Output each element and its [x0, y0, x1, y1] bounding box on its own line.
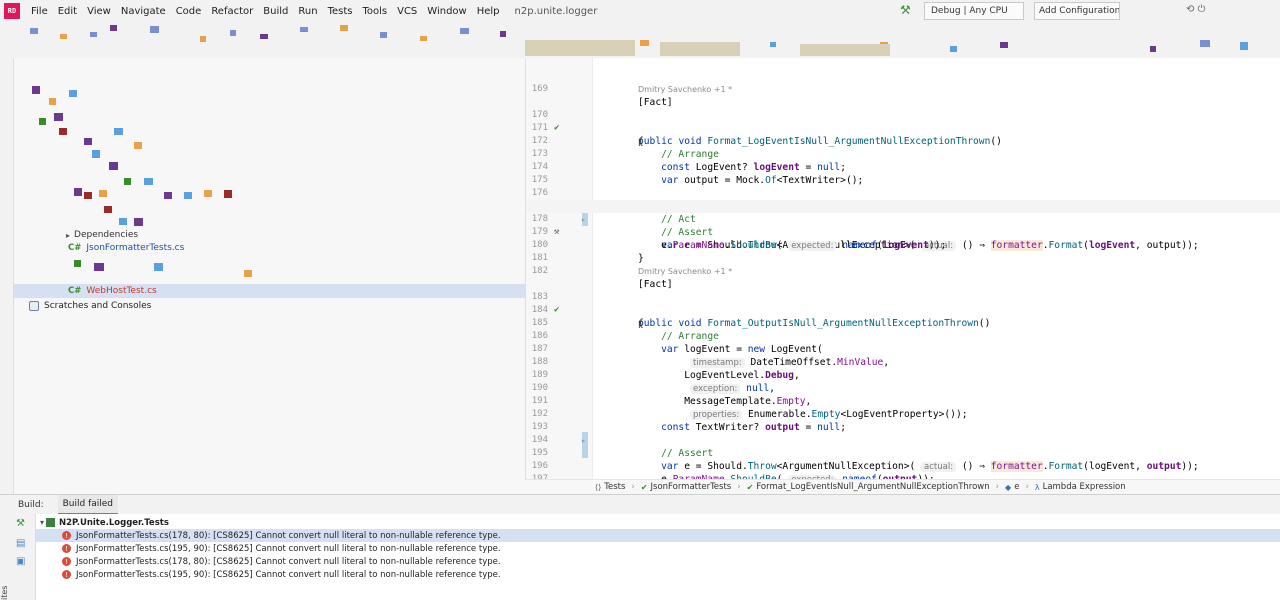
error-icon: ! [62, 570, 71, 579]
side-tab-label[interactable]: ites [0, 582, 9, 600]
menu-refactor[interactable]: Refactor [206, 6, 258, 17]
code-line: 169 [Fact] [531, 84, 673, 108]
code-line: 175 [531, 175, 548, 185]
code-line: 183 ✔ public void Format_OutputIsNull_Ar… [531, 292, 991, 329]
menu-navigate[interactable]: Navigate [116, 6, 171, 17]
build-error-row[interactable]: ! JsonFormatterTests.cs(178, 80): [CS862… [36, 555, 1280, 568]
window-title: n2p.unite.logger [514, 5, 598, 17]
code-line: 182 [Fact] [531, 266, 673, 290]
toolbar-band [0, 22, 1280, 58]
code-line: 172 // Arrange [531, 136, 719, 160]
code-line: 181 [531, 253, 548, 263]
code-line: 171 { [531, 123, 644, 147]
breadcrumb-separator: › [631, 482, 635, 492]
breadcrumb-class[interactable]: JsonFormatterTests [651, 482, 732, 492]
chevron-right-icon[interactable]: ▸ [66, 231, 70, 240]
build-output-list: ▾ N2P.Unite.Logger.Tests ! JsonFormatter… [36, 514, 1280, 600]
project-icon [46, 518, 56, 527]
code-line: 180 } [531, 240, 644, 264]
code-line: 187 timestamp: DateTimeOffset.MinValue, [531, 344, 890, 368]
class-icon: ✔ [640, 482, 648, 492]
build-error-row[interactable]: ! JsonFormatterTests.cs(195, 90): [CS862… [36, 542, 1280, 555]
menu-vcs[interactable]: VCS [392, 6, 422, 17]
editor-breadcrumb: ⟨⟩ Tests › ✔ JsonFormatterTests › ✔ Form… [525, 479, 1280, 494]
run-config-select[interactable]: Debug | Any CPU [924, 2, 1024, 20]
method-icon: ✔ [746, 482, 754, 492]
collapse-all-icon[interactable]: ▣ [16, 556, 25, 567]
menu-tests[interactable]: Tests [323, 6, 358, 17]
rider-app-icon: RD [4, 3, 20, 19]
code-line: 185 // Arrange [531, 318, 719, 342]
code-line: 174 var output = Mock.Of<TextWriter>(); [531, 162, 864, 186]
build-panel-header: Build: Build failed [0, 494, 1280, 515]
obscured-toolbar-graphic [30, 25, 1248, 56]
code-line: 184 { [531, 305, 644, 329]
variable-icon: ◆ [1005, 482, 1012, 492]
toolbar-misc-icons[interactable]: ⟲ ⏻ [1186, 4, 1205, 15]
code-line: 186 var logEvent = new LogEvent( [531, 331, 823, 355]
tree-item-json-formatter-tests[interactable]: C# JsonFormatterTests.cs [14, 241, 525, 255]
code-line: 193 ▸ [531, 422, 586, 445]
code-line: 188 LogEventLevel.Debug, [531, 357, 800, 381]
csharp-file-icon: C# [68, 286, 82, 296]
code-line: 194 // Assert [531, 435, 714, 459]
build-panel-title: Build: [18, 499, 44, 510]
breadcrumb-separator: › [737, 482, 741, 492]
code-line: 176 ▸ // Act [531, 188, 696, 225]
menu-run[interactable]: Run [293, 6, 322, 17]
menu-help[interactable]: Help [472, 6, 505, 17]
code-line: 177 ▸ // Assert [532, 201, 714, 238]
error-icon: ! [62, 544, 71, 553]
namespace-icon: ⟨⟩ [595, 482, 602, 492]
code-line: 190 MessageTemplate.Empty, [531, 383, 812, 407]
menu-view[interactable]: View [82, 6, 116, 17]
build-root-node[interactable]: ▾ N2P.Unite.Logger.Tests [36, 516, 1280, 529]
code-line: 196 e.ParamName.ShouldBe( expected: name… [526, 447, 1280, 479]
build-failed-tab[interactable]: Build failed [57, 494, 119, 515]
breadcrumb-method[interactable]: Format_LogEventIsNull_ArgumentNullExcept… [756, 482, 989, 492]
code-line-current: 178 ⚒ var e = Should.Throw<ArgumentNullE… [526, 200, 1280, 251]
tree-item-webhost-test[interactable]: C# WebHostTest.cs [14, 284, 525, 298]
menu-tools[interactable]: Tools [357, 6, 392, 17]
menu-window[interactable]: Window [422, 6, 471, 17]
error-icon: ! [62, 557, 71, 566]
csharp-file-icon: C# [68, 243, 82, 253]
breadcrumb-variable[interactable]: e [1014, 482, 1019, 492]
code-line: 179 e.ParamName.ShouldBe( expected: name… [531, 227, 947, 251]
menu-edit[interactable]: Edit [53, 6, 82, 17]
build-hammer-icon[interactable]: ⚒ [16, 518, 25, 529]
breadcrumb-separator: › [995, 482, 1000, 492]
left-tool-strip[interactable] [0, 58, 14, 494]
error-icon: ! [62, 531, 71, 540]
author-annotation[interactable]: Dmitry Savchenko +1 * [638, 267, 732, 276]
add-configuration-button[interactable]: Add Configuration... [1034, 2, 1120, 20]
breadcrumb-tests[interactable]: Tests [604, 482, 625, 492]
lambda-icon: λ [1034, 482, 1040, 492]
project-explorer: ▸ Dependencies C# JsonFormatterTests.cs … [14, 58, 525, 494]
code-editor[interactable]: 169 [Fact] Dmitry Savchenko +1 * 170 ✔ p… [525, 58, 1280, 479]
code-line: 197 } [531, 474, 548, 479]
code-line: 195 var e = Should.Throw<ArgumentNullExc… [531, 448, 1199, 472]
code-line: 192 const TextWriter? output = null; [531, 409, 846, 433]
build-error-row[interactable]: ! JsonFormatterTests.cs(178, 80): [CS862… [36, 529, 1280, 542]
expand-all-icon[interactable]: ▤ [16, 538, 25, 549]
chevron-down-icon[interactable]: ▾ [40, 518, 44, 527]
build-error-row[interactable]: ! JsonFormatterTests.cs(195, 90): [CS862… [36, 568, 1280, 581]
menu-file[interactable]: File [26, 6, 53, 17]
code-line: 189 exception: null, [531, 370, 776, 394]
tree-item-scratches[interactable]: Scratches and Consoles [14, 299, 525, 313]
code-line: 173 const LogEvent? logEvent = null; [531, 149, 846, 173]
author-annotation[interactable]: Dmitry Savchenko +1 * [638, 85, 732, 94]
menu-bar: RD File Edit View Navigate Code Refactor… [0, 0, 1280, 22]
menu-build[interactable]: Build [258, 6, 293, 17]
breadcrumb-separator: › [1025, 482, 1029, 492]
breadcrumb-lambda[interactable]: Lambda Expression [1043, 482, 1126, 492]
menu-code[interactable]: Code [171, 6, 207, 17]
code-line: 191 properties: Enumerable.Empty<LogEven… [531, 396, 968, 420]
build-hammer-icon[interactable]: ⚒ [900, 3, 911, 17]
scratches-icon [29, 301, 39, 311]
tree-item-dependencies[interactable]: ▸ Dependencies [14, 228, 525, 242]
code-line: 170 ✔ public void Format_LogEventIsNull_… [531, 110, 1002, 147]
